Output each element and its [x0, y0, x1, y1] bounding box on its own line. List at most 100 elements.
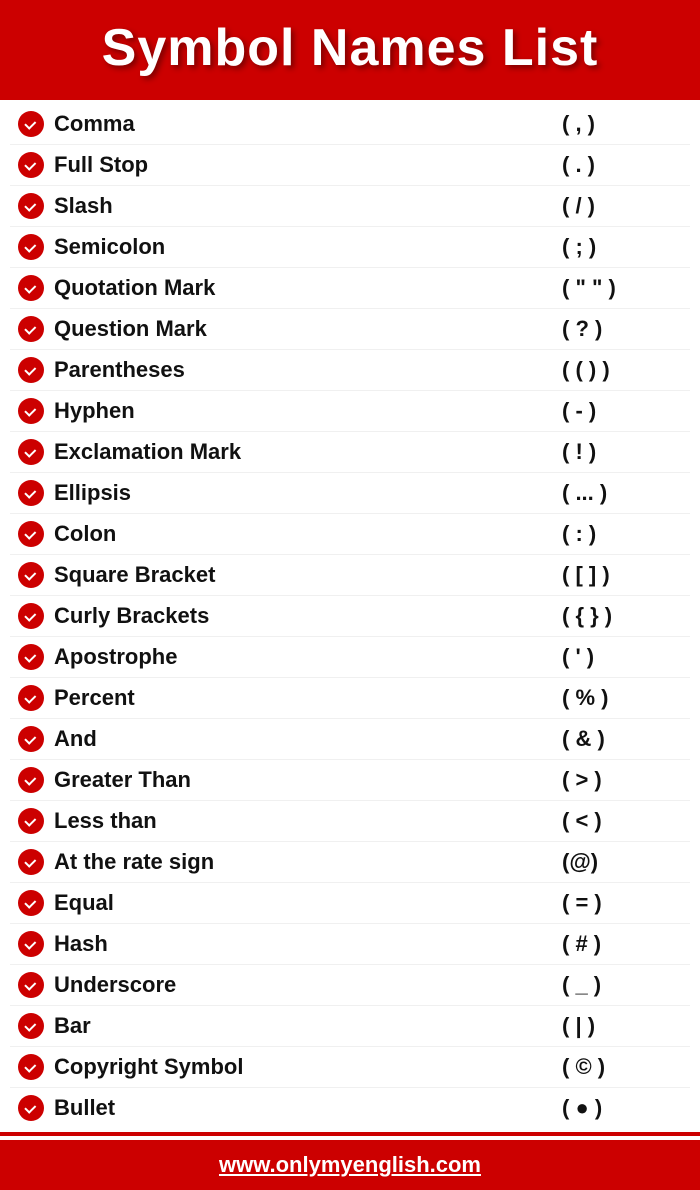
- list-item: Parentheses( ( ) ): [10, 350, 690, 391]
- symbol-name: Greater Than: [54, 767, 562, 793]
- symbol-value: ( { } ): [562, 603, 682, 629]
- check-icon: [18, 562, 44, 588]
- check-icon: [18, 316, 44, 342]
- page-title: Symbol Names List: [20, 18, 680, 78]
- list-item: Ellipsis( ... ): [10, 473, 690, 514]
- symbol-value: ( , ): [562, 111, 682, 137]
- divider-bottom: [0, 1132, 700, 1136]
- list-item: Semicolon( ; ): [10, 227, 690, 268]
- symbol-value: ( & ): [562, 726, 682, 752]
- check-icon: [18, 1095, 44, 1121]
- symbol-name: Semicolon: [54, 234, 562, 260]
- symbol-value: ( % ): [562, 685, 682, 711]
- symbol-name: Quotation Mark: [54, 275, 562, 301]
- symbol-name: And: [54, 726, 562, 752]
- symbol-value: ( : ): [562, 521, 682, 547]
- check-icon: [18, 1054, 44, 1080]
- symbol-value: ( [ ] ): [562, 562, 682, 588]
- list-item: At the rate sign(@): [10, 842, 690, 883]
- symbol-name: Colon: [54, 521, 562, 547]
- symbol-name: Parentheses: [54, 357, 562, 383]
- list-item: Greater Than( > ): [10, 760, 690, 801]
- symbol-value: ( _ ): [562, 972, 682, 998]
- symbol-value: ( = ): [562, 890, 682, 916]
- symbol-value: ( ● ): [562, 1095, 682, 1121]
- check-icon: [18, 726, 44, 752]
- list-item: Bar( | ): [10, 1006, 690, 1047]
- list-item: Square Bracket( [ ] ): [10, 555, 690, 596]
- symbol-value: ( # ): [562, 931, 682, 957]
- check-icon: [18, 480, 44, 506]
- symbol-value: ( < ): [562, 808, 682, 834]
- check-icon: [18, 767, 44, 793]
- check-icon: [18, 603, 44, 629]
- symbol-name: Apostrophe: [54, 644, 562, 670]
- symbol-value: ( © ): [562, 1054, 682, 1080]
- symbol-name: Copyright Symbol: [54, 1054, 562, 1080]
- footer-url[interactable]: www.onlymyenglish.com: [219, 1152, 481, 1177]
- check-icon: [18, 357, 44, 383]
- symbol-value: ( . ): [562, 152, 682, 178]
- check-icon: [18, 685, 44, 711]
- symbol-name: Exclamation Mark: [54, 439, 562, 465]
- symbol-name: Underscore: [54, 972, 562, 998]
- list-item: Hyphen( - ): [10, 391, 690, 432]
- list-item: Bullet( ● ): [10, 1088, 690, 1128]
- check-icon: [18, 849, 44, 875]
- symbol-name: Question Mark: [54, 316, 562, 342]
- list-item: Apostrophe( ' ): [10, 637, 690, 678]
- symbol-value: ( ; ): [562, 234, 682, 260]
- symbol-value: ( > ): [562, 767, 682, 793]
- symbol-value: (@): [562, 849, 682, 875]
- check-icon: [18, 439, 44, 465]
- list-item: Comma( , ): [10, 104, 690, 145]
- symbol-value: ( " " ): [562, 275, 682, 301]
- list-item: Copyright Symbol( © ): [10, 1047, 690, 1088]
- symbol-value: ( / ): [562, 193, 682, 219]
- symbol-name: Equal: [54, 890, 562, 916]
- symbol-name: Full Stop: [54, 152, 562, 178]
- footer: www.onlymyenglish.com: [0, 1140, 700, 1190]
- check-icon: [18, 931, 44, 957]
- check-icon: [18, 275, 44, 301]
- check-icon: [18, 972, 44, 998]
- check-icon: [18, 193, 44, 219]
- list-item: Full Stop( . ): [10, 145, 690, 186]
- list-item: Hash( # ): [10, 924, 690, 965]
- list-item: Less than( < ): [10, 801, 690, 842]
- check-icon: [18, 890, 44, 916]
- check-icon: [18, 808, 44, 834]
- check-icon: [18, 1013, 44, 1039]
- check-icon: [18, 644, 44, 670]
- symbol-name: Hash: [54, 931, 562, 957]
- list-item: Slash( / ): [10, 186, 690, 227]
- symbol-value: ( - ): [562, 398, 682, 424]
- check-icon: [18, 111, 44, 137]
- symbol-name: At the rate sign: [54, 849, 562, 875]
- list-item: Curly Brackets( { } ): [10, 596, 690, 637]
- list-item: Percent( % ): [10, 678, 690, 719]
- header: Symbol Names List: [0, 0, 700, 96]
- symbol-name: Slash: [54, 193, 562, 219]
- symbol-value: ( | ): [562, 1013, 682, 1039]
- symbol-name: Bullet: [54, 1095, 562, 1121]
- list-item: Quotation Mark( " " ): [10, 268, 690, 309]
- list-item: Equal( = ): [10, 883, 690, 924]
- symbol-name: Less than: [54, 808, 562, 834]
- list-item: Colon( : ): [10, 514, 690, 555]
- symbol-name: Percent: [54, 685, 562, 711]
- check-icon: [18, 521, 44, 547]
- symbol-value: ( ( ) ): [562, 357, 682, 383]
- check-icon: [18, 234, 44, 260]
- symbol-value: ( ... ): [562, 480, 682, 506]
- symbol-name: Ellipsis: [54, 480, 562, 506]
- list-item: Underscore( _ ): [10, 965, 690, 1006]
- check-icon: [18, 152, 44, 178]
- symbol-name: Bar: [54, 1013, 562, 1039]
- check-icon: [18, 398, 44, 424]
- list-item: Question Mark( ? ): [10, 309, 690, 350]
- symbol-value: ( ? ): [562, 316, 682, 342]
- symbol-name: Hyphen: [54, 398, 562, 424]
- symbol-value: ( ' ): [562, 644, 682, 670]
- content: Comma( , )Full Stop( . )Slash( / )Semico…: [0, 100, 700, 1132]
